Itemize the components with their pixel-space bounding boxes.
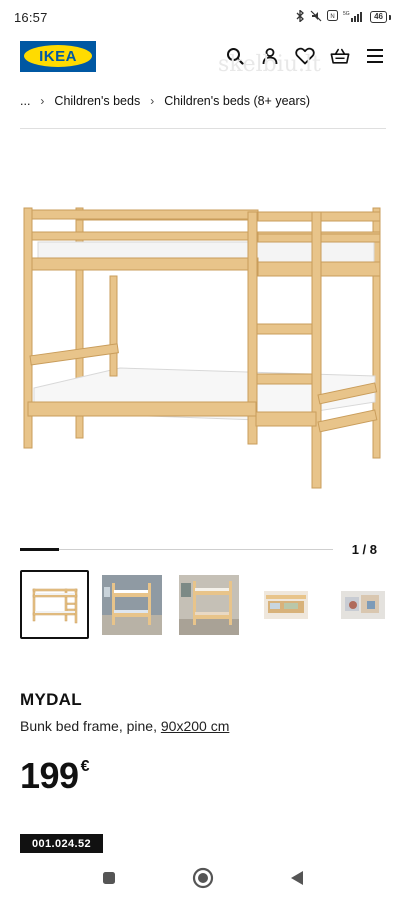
- gallery-slider-track[interactable]: [20, 549, 333, 550]
- menu-icon[interactable]: [365, 46, 385, 66]
- gallery-counter: 1 / 8: [351, 542, 377, 557]
- product-description: Bunk bed frame, pine, 90x200 cm: [20, 718, 229, 734]
- nfc-icon: N: [327, 10, 339, 24]
- ikea-logo[interactable]: IKEA: [20, 40, 96, 72]
- profile-icon[interactable]: [260, 46, 280, 66]
- gallery-slider-progress[interactable]: [20, 548, 60, 551]
- wishlist-heart-icon[interactable]: [295, 46, 315, 66]
- status-bar: 16:57 N 5G 46: [0, 0, 405, 34]
- system-nav-bar: [0, 856, 405, 900]
- price-currency: €: [80, 758, 90, 775]
- chevron-right-icon: ›: [150, 94, 155, 108]
- mute-icon: [310, 10, 322, 25]
- search-icon[interactable]: [225, 46, 245, 66]
- recent-apps-button[interactable]: [97, 866, 121, 890]
- back-button[interactable]: [285, 866, 309, 890]
- divider: [20, 128, 386, 129]
- breadcrumb-item-childrens-beds[interactable]: Children's beds: [54, 94, 140, 108]
- thumbnail-strip: [20, 570, 397, 639]
- bluetooth-icon: [295, 8, 305, 25]
- thumbnail-1[interactable]: [20, 570, 89, 639]
- chevron-right-icon: ›: [40, 94, 45, 108]
- battery-tip: [389, 14, 391, 20]
- product-image[interactable]: [20, 190, 386, 500]
- thumbnail-5[interactable]: [328, 570, 397, 639]
- svg-text:N: N: [330, 14, 334, 20]
- header-actions: [225, 46, 385, 66]
- price-amount: 199: [20, 755, 79, 796]
- site-header: IKEA: [0, 34, 405, 78]
- thumbnail-2[interactable]: [97, 570, 166, 639]
- breadcrumb-ellipsis[interactable]: ...: [20, 94, 30, 108]
- breadcrumb: ... › Children's beds › Children's beds …: [20, 94, 310, 108]
- signal-5g-icon: 5G: [343, 10, 365, 25]
- article-number-badge: 001.024.52: [20, 834, 104, 853]
- logo-text: IKEA: [24, 45, 92, 67]
- home-button[interactable]: [191, 866, 215, 890]
- product-size-link[interactable]: 90x200 cm: [161, 718, 229, 734]
- breadcrumb-item-childrens-beds-8plus[interactable]: Children's beds (8+ years): [164, 94, 310, 108]
- status-time: 16:57: [14, 9, 48, 25]
- product-description-text: Bunk bed frame, pine,: [20, 718, 161, 734]
- status-icons: N 5G 46: [295, 8, 391, 25]
- battery-icon: 46: [370, 11, 387, 23]
- thumbnail-3[interactable]: [174, 570, 243, 639]
- thumbnail-4[interactable]: [251, 570, 320, 639]
- shopping-bag-icon[interactable]: [330, 46, 350, 66]
- product-price: 199 €: [20, 756, 89, 796]
- svg-text:5G: 5G: [343, 11, 350, 17]
- product-name: MYDAL: [20, 690, 82, 709]
